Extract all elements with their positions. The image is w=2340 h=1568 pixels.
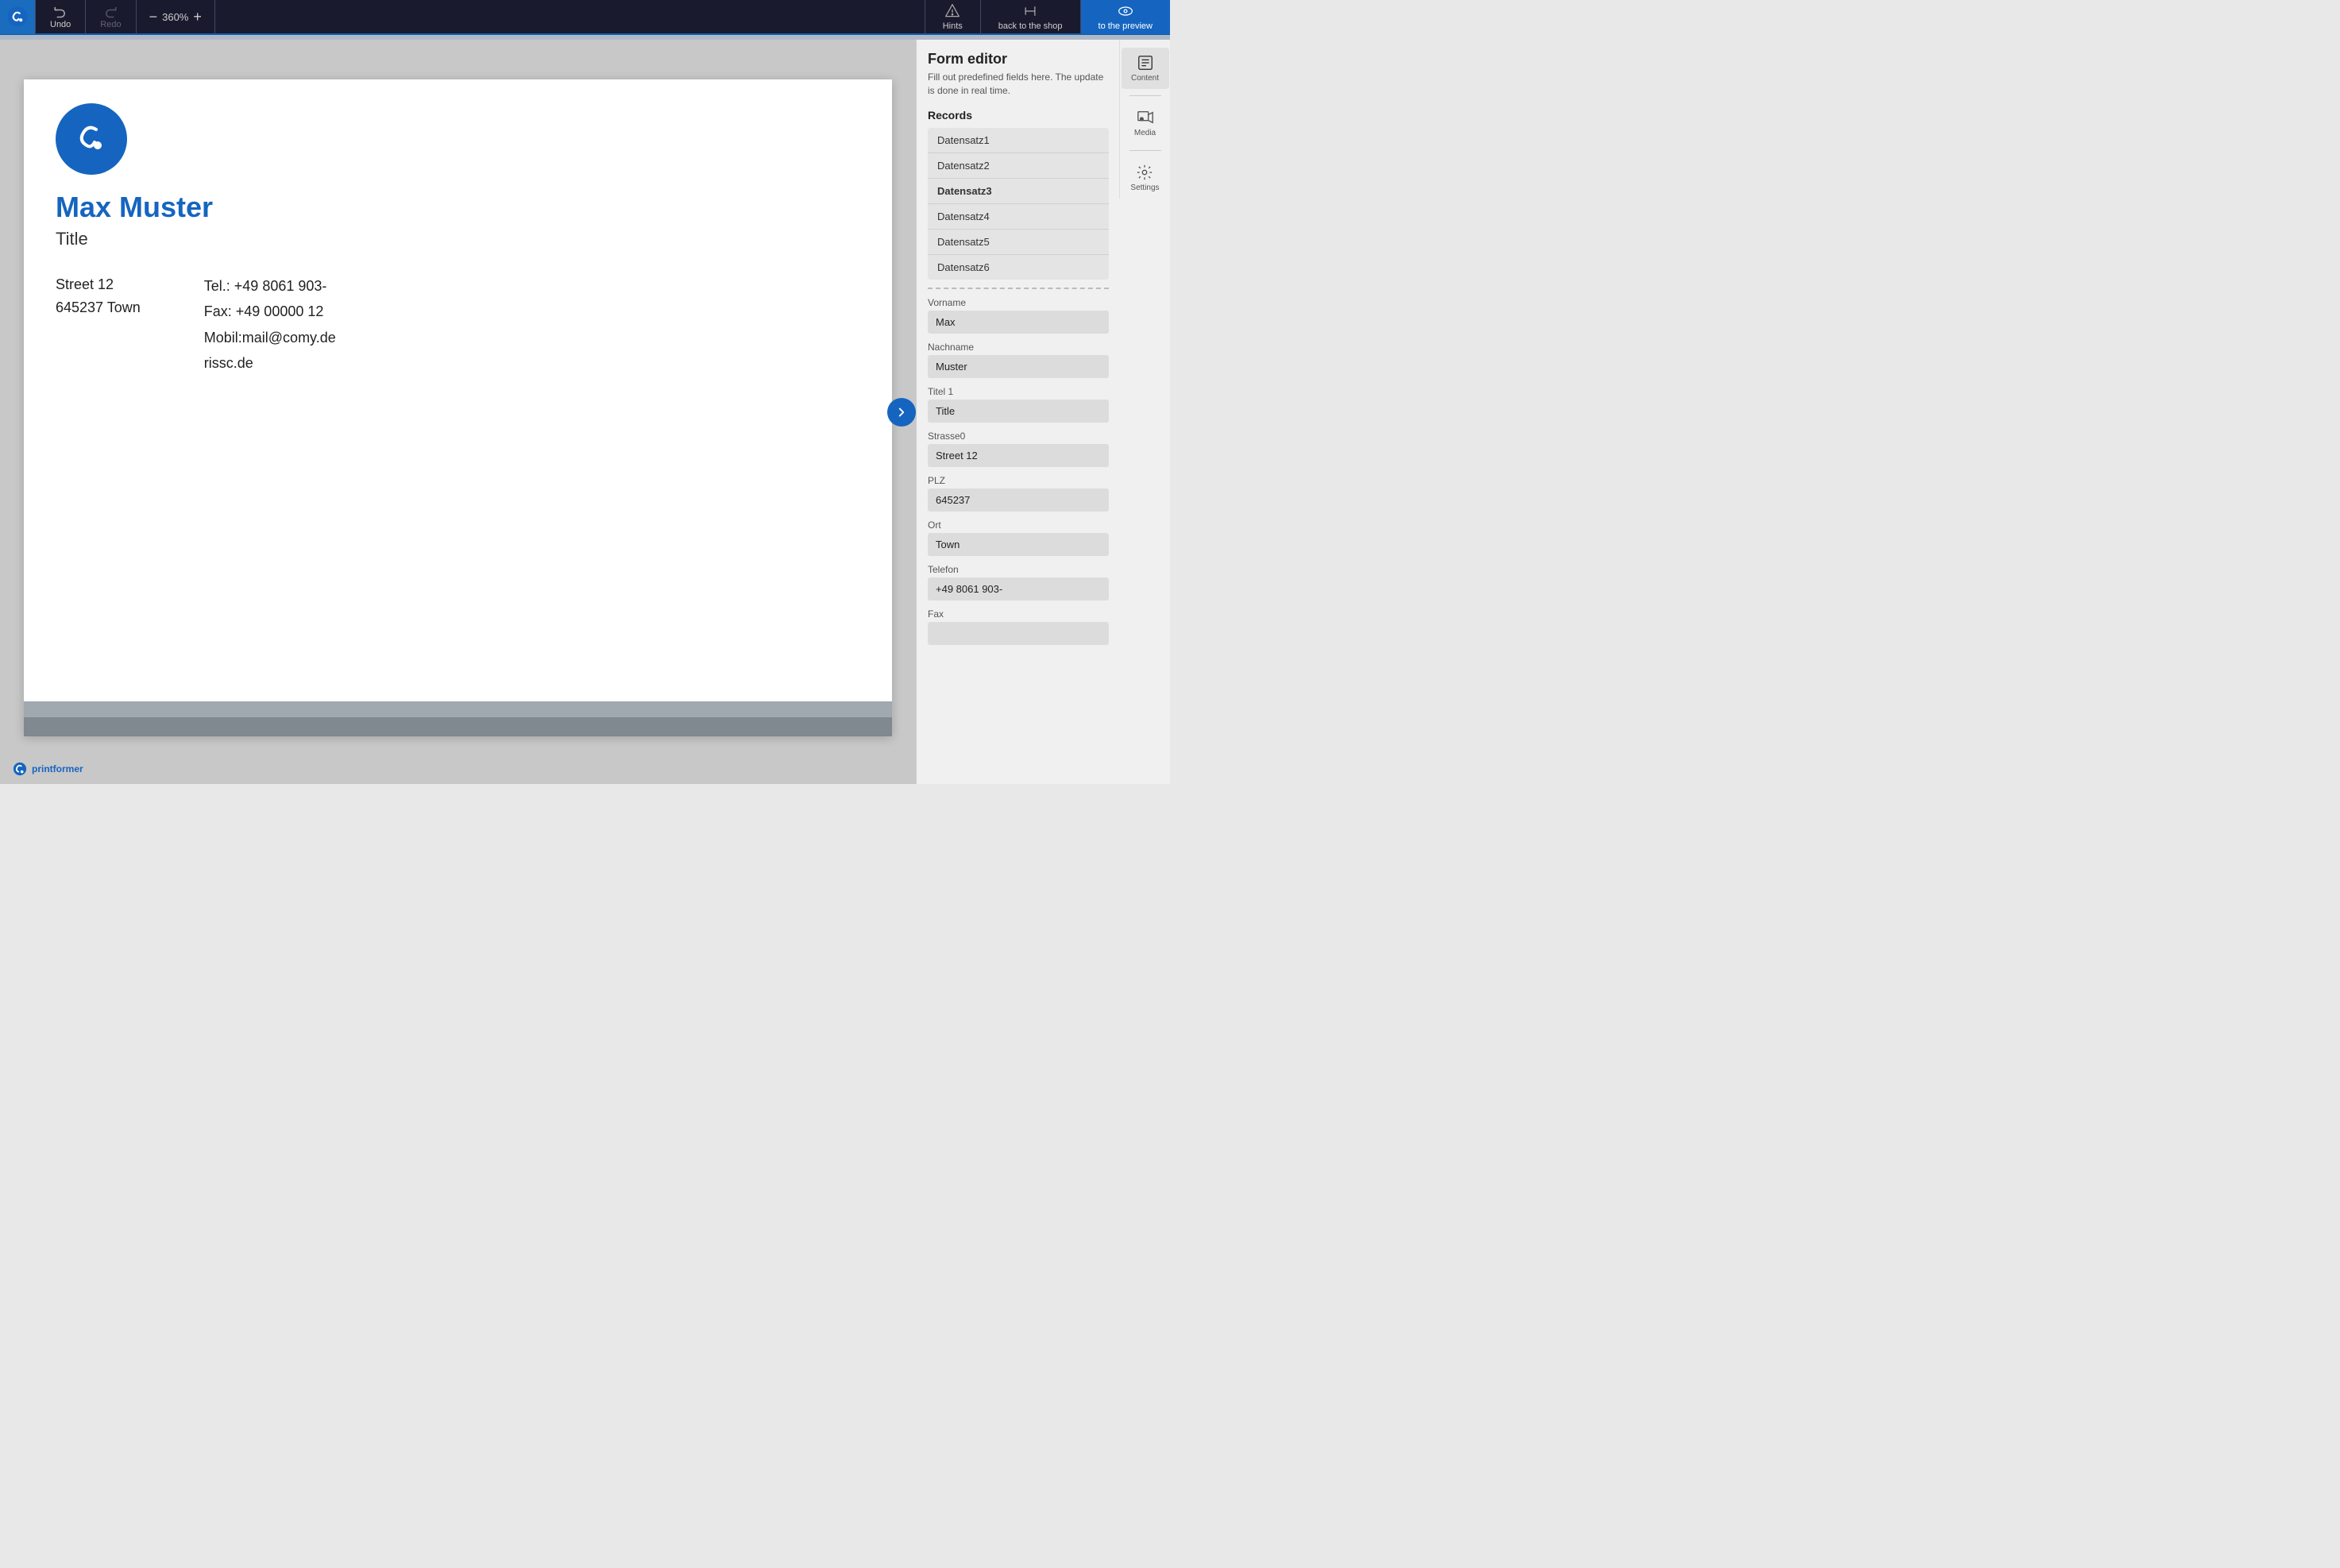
right-panel: Form editor Fill out predefined fields h… — [916, 40, 1170, 784]
hints-button[interactable]: Hints — [925, 0, 980, 34]
record-item-3[interactable]: Datensatz3 — [928, 179, 1109, 204]
field-input-fax[interactable] — [928, 622, 1109, 645]
record-item-4[interactable]: Datensatz4 — [928, 204, 1109, 230]
back-to-shop-button[interactable]: back to the shop — [980, 0, 1080, 34]
record-list: Datensatz1 Datensatz2 Datensatz3 Datensa… — [928, 128, 1109, 280]
field-ort: Ort — [928, 519, 1109, 556]
field-input-strasse[interactable] — [928, 444, 1109, 467]
field-plz: PLZ — [928, 475, 1109, 512]
card-address-row: Street 12 645237 Town Tel.: +49 8061 903… — [56, 273, 860, 377]
app-logo[interactable] — [0, 0, 35, 34]
field-label-titel: Titel 1 — [928, 386, 1109, 397]
field-nachname: Nachname — [928, 342, 1109, 378]
divider — [928, 288, 1109, 289]
card-logo — [56, 103, 127, 175]
field-input-ort[interactable] — [928, 533, 1109, 556]
field-input-titel[interactable] — [928, 400, 1109, 423]
printformer-label: printformer — [32, 763, 83, 774]
record-item-6[interactable]: Datensatz6 — [928, 255, 1109, 280]
settings-label: Settings — [1130, 183, 1159, 192]
zoom-control: − 360% + — [137, 10, 214, 24]
field-input-nachname[interactable] — [928, 355, 1109, 378]
panel-title: Form editor — [928, 51, 1109, 68]
field-input-plz[interactable] — [928, 489, 1109, 512]
content-tab[interactable]: Content — [1122, 48, 1169, 89]
card-name: Max Muster — [56, 191, 860, 224]
footer-bar-2 — [24, 717, 892, 736]
media-label: Media — [1134, 129, 1156, 137]
field-strasse: Strasse0 — [928, 431, 1109, 467]
content-label: Content — [1131, 74, 1159, 83]
card-tel: Tel.: +49 8061 903- — [204, 273, 336, 299]
record-item-5[interactable]: Datensatz5 — [928, 230, 1109, 255]
card-contact: Tel.: +49 8061 903- Fax: +49 00000 12 Mo… — [204, 273, 336, 377]
side-sep-1 — [1129, 95, 1161, 96]
field-input-vorname[interactable] — [928, 311, 1109, 334]
to-preview-button[interactable]: to the preview — [1080, 0, 1170, 34]
undo-button[interactable]: Undo — [36, 0, 85, 34]
field-label-fax: Fax — [928, 608, 1109, 620]
main-layout: Max Muster Title Street 12 645237 Town T… — [0, 40, 1170, 784]
records-label: Records — [928, 109, 1109, 122]
card-mobile: Mobil:mail@comy.de — [204, 325, 336, 350]
card-city: 645237 Town — [56, 296, 141, 319]
field-input-telefon[interactable] — [928, 577, 1109, 601]
toolbar-right: Hints back to the shop to the preview — [925, 0, 1170, 34]
record-item-2[interactable]: Datensatz2 — [928, 153, 1109, 179]
field-label-ort: Ort — [928, 519, 1109, 531]
card-street: Street 12 — [56, 273, 141, 296]
card-title: Title — [56, 229, 860, 249]
field-telefon: Telefon — [928, 564, 1109, 601]
field-titel: Titel 1 — [928, 386, 1109, 423]
field-label-strasse: Strasse0 — [928, 431, 1109, 442]
business-card: Max Muster Title Street 12 645237 Town T… — [24, 79, 892, 736]
toolbar-sep-4 — [214, 0, 215, 34]
zoom-out-button[interactable]: − — [149, 10, 158, 24]
field-label-vorname: Vorname — [928, 297, 1109, 308]
card-website: rissc.de — [204, 350, 336, 376]
redo-button[interactable]: Redo — [86, 0, 135, 34]
field-label-telefon: Telefon — [928, 564, 1109, 575]
side-icons: Content Media Settings — [1119, 40, 1170, 199]
field-fax: Fax — [928, 608, 1109, 645]
field-label-nachname: Nachname — [928, 342, 1109, 353]
printformer-logo: printformer — [13, 762, 83, 776]
field-vorname: Vorname — [928, 297, 1109, 334]
zoom-in-button[interactable]: + — [193, 10, 202, 24]
toolbar: Undo Redo − 360% + Hints — [0, 0, 1170, 35]
panel-content: Form editor Fill out predefined fields h… — [917, 40, 1120, 784]
media-tab[interactable]: Media — [1122, 102, 1169, 144]
card-address: Street 12 645237 Town — [56, 273, 141, 377]
settings-button[interactable]: Settings — [1127, 157, 1162, 199]
canvas-area: Max Muster Title Street 12 645237 Town T… — [0, 40, 916, 784]
card-body: Max Muster Title Street 12 645237 Town T… — [24, 79, 892, 736]
card-fax: Fax: +49 00000 12 — [204, 299, 336, 324]
nav-next-button[interactable] — [887, 398, 916, 427]
record-item-1[interactable]: Datensatz1 — [928, 128, 1109, 153]
card-footer-bars — [24, 701, 892, 736]
field-label-plz: PLZ — [928, 475, 1109, 486]
side-sep-2 — [1129, 150, 1161, 151]
footer-bar-1 — [24, 701, 892, 717]
panel-subtitle: Fill out predefined fields here. The upd… — [928, 71, 1109, 98]
